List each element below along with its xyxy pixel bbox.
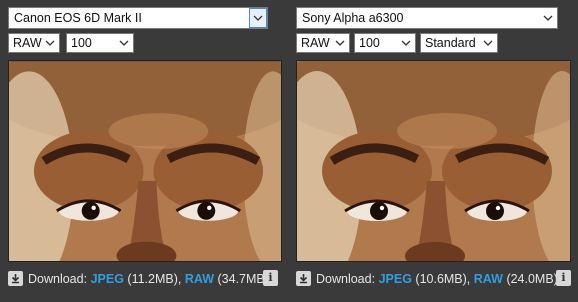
right-camera-panel: Sony Alpha a6300 RAW 100 Standard Downlo… — [291, 0, 574, 302]
left-raw-link[interactable]: RAW — [185, 272, 214, 286]
left-format-value: RAW — [13, 36, 42, 50]
left-camera-panel: Canon EOS 6D Mark II RAW 100 Download: J… — [0, 0, 283, 302]
chevron-down-icon — [117, 34, 131, 52]
left-jpeg-link[interactable]: JPEG — [91, 272, 124, 286]
right-iso-value: 100 — [359, 36, 380, 50]
right-iso-select[interactable]: 100 — [354, 33, 416, 53]
chevron-down-icon — [333, 34, 347, 52]
info-icon[interactable]: i — [556, 270, 571, 286]
right-sample-image — [296, 60, 571, 262]
download-icon[interactable] — [8, 271, 23, 286]
right-camera-value: Sony Alpha a6300 — [302, 11, 404, 25]
left-iso-value: 100 — [71, 36, 92, 50]
right-jpeg-size: (10.6MB), — [415, 272, 471, 286]
right-format-select[interactable]: RAW — [296, 33, 350, 53]
left-camera-select[interactable]: Canon EOS 6D Mark II — [8, 7, 268, 29]
chevron-down-icon[interactable] — [249, 8, 267, 28]
download-label: Download: — [28, 272, 88, 286]
right-format-value: RAW — [301, 36, 330, 50]
left-download-row: Download: JPEG (11.2MB), RAW (34.7MB) — [28, 270, 269, 288]
left-iso-select[interactable]: 100 — [66, 33, 134, 53]
right-raw-size: (24.0MB) — [506, 272, 558, 286]
right-mode-value: Standard — [425, 36, 476, 50]
chevron-down-icon — [481, 34, 495, 52]
left-sample-image — [8, 60, 282, 262]
download-label: Download: — [316, 272, 376, 286]
left-camera-value: Canon EOS 6D Mark II — [14, 11, 142, 25]
info-icon[interactable]: i — [263, 270, 278, 286]
right-download-row: Download: JPEG (10.6MB), RAW (24.0MB) — [316, 270, 558, 288]
right-jpeg-link[interactable]: JPEG — [379, 272, 412, 286]
chevron-down-icon — [43, 34, 57, 52]
left-raw-size: (34.7MB) — [217, 272, 269, 286]
right-raw-link[interactable]: RAW — [474, 272, 503, 286]
right-mode-select[interactable]: Standard — [420, 33, 498, 53]
download-icon[interactable] — [296, 271, 311, 286]
left-format-select[interactable]: RAW — [8, 33, 60, 53]
right-camera-select[interactable]: Sony Alpha a6300 — [296, 7, 558, 29]
chevron-down-icon — [399, 34, 413, 52]
chevron-down-icon — [539, 8, 557, 28]
left-jpeg-size: (11.2MB), — [127, 272, 182, 286]
